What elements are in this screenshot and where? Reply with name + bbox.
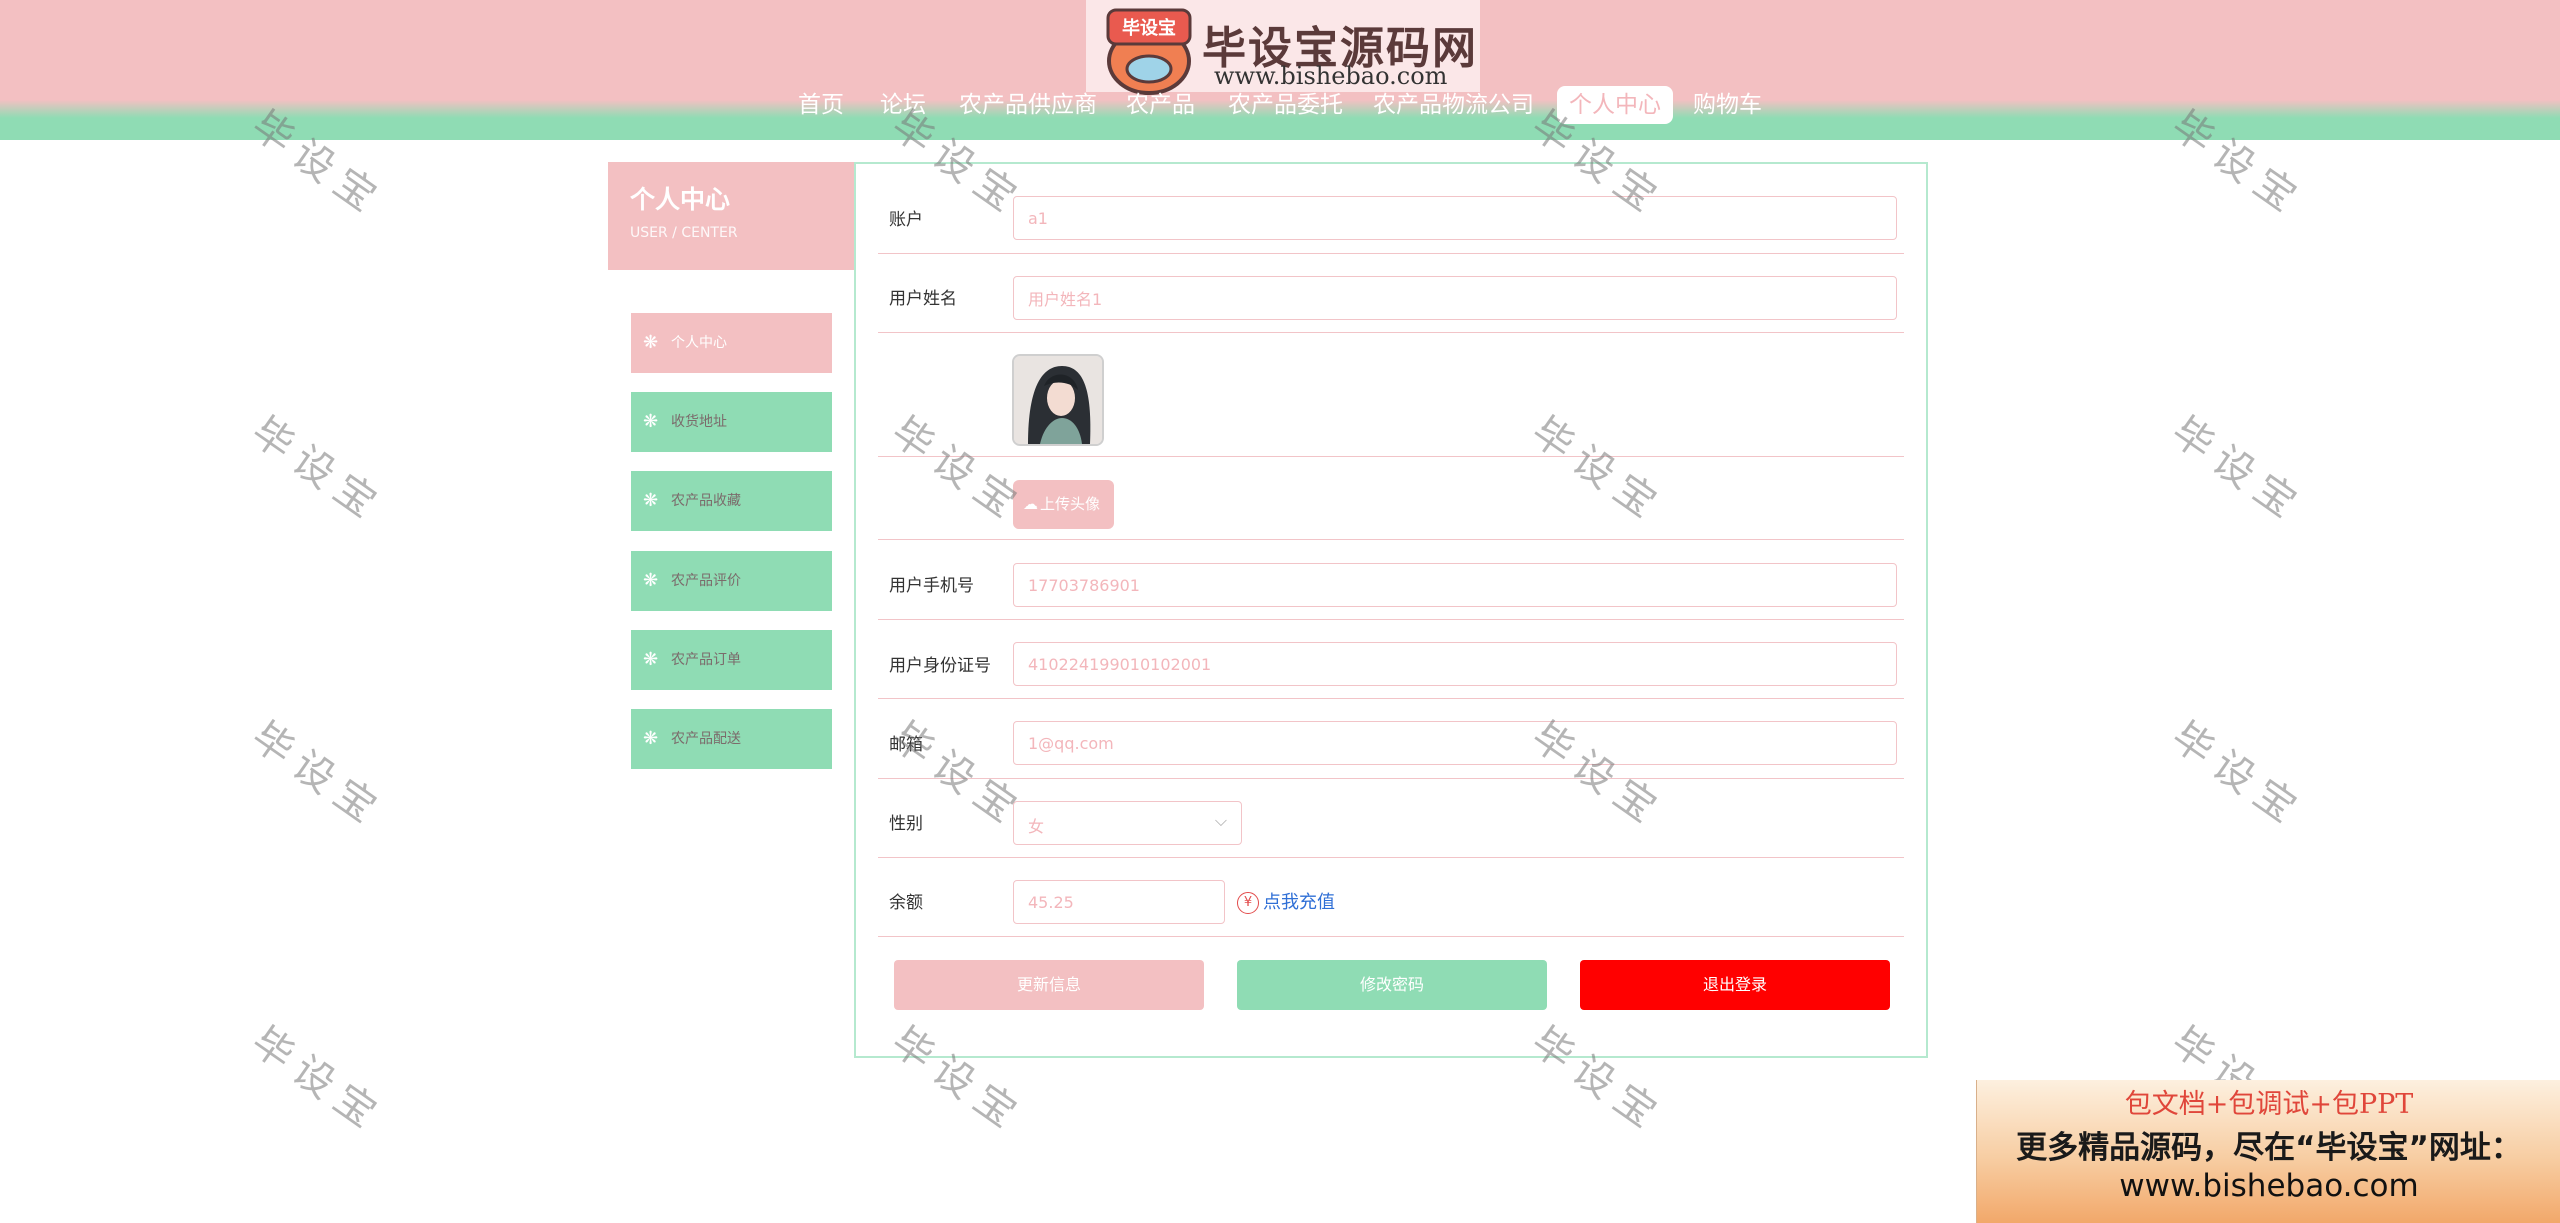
logo-emblem-text: 毕设宝 bbox=[1122, 17, 1176, 39]
yen-icon: ¥ bbox=[1237, 891, 1259, 914]
nav-item-user-center[interactable]: 个人中心 bbox=[1557, 86, 1673, 124]
sidebar-item-label: 农产品订单 bbox=[671, 652, 741, 668]
update-info-button[interactable]: 更新信息 bbox=[894, 960, 1204, 1010]
promo-banner-headline: 更多精品源码，尽在“毕设宝”网址： bbox=[2016, 1130, 2522, 1166]
row-divider bbox=[878, 619, 1904, 620]
promo-banner-tagline: 包文档+包调试+包PPT bbox=[2124, 1089, 2414, 1120]
flower-icon: ❋ bbox=[643, 490, 659, 511]
recharge-label: 点我充值 bbox=[1263, 891, 1335, 913]
username-label: 用户姓名 bbox=[889, 289, 957, 309]
account-input[interactable] bbox=[1013, 196, 1897, 240]
row-divider bbox=[878, 332, 1904, 333]
sidebar-item-user-center[interactable]: ❋ 个人中心 bbox=[631, 313, 832, 373]
sidebar-item-label: 个人中心 bbox=[671, 335, 727, 351]
upload-avatar-button[interactable]: ☁ 上传头像 bbox=[1013, 480, 1114, 529]
sidebar-header: 个人中心 USER / CENTER bbox=[608, 162, 854, 270]
row-divider bbox=[878, 857, 1904, 858]
sidebar-title: 个人中心 bbox=[630, 185, 731, 214]
logout-button[interactable]: 退出登录 bbox=[1580, 960, 1890, 1010]
cloud-upload-icon: ☁ bbox=[1023, 495, 1038, 513]
nav-item-forum[interactable]: 论坛 bbox=[880, 86, 926, 124]
username-input[interactable] bbox=[1013, 276, 1897, 320]
change-password-button[interactable]: 修改密码 bbox=[1237, 960, 1547, 1010]
sidebar-subtitle: USER / CENTER bbox=[630, 225, 738, 241]
flower-icon: ❋ bbox=[643, 411, 659, 432]
gender-label: 性别 bbox=[889, 814, 923, 834]
id-card-label: 用户身份证号 bbox=[889, 656, 991, 676]
sidebar-item-delivery[interactable]: ❋ 农产品配送 bbox=[631, 709, 832, 769]
promo-banner-url: www.bishebao.com bbox=[2119, 1168, 2419, 1204]
watermark: 毕设宝 bbox=[2163, 408, 2313, 533]
sidebar-item-orders[interactable]: ❋ 农产品订单 bbox=[631, 630, 832, 690]
email-label: 邮箱 bbox=[889, 735, 923, 755]
watermark: 毕设宝 bbox=[243, 713, 393, 838]
nav-item-suppliers[interactable]: 农产品供应商 bbox=[959, 86, 1097, 124]
nav-item-consignment[interactable]: 农产品委托 bbox=[1228, 86, 1343, 124]
main-nav: 首页 论坛 农产品供应商 农产品 农产品委托 农产品物流公司 个人中心 购物车 bbox=[0, 86, 2560, 124]
balance-label: 余额 bbox=[889, 893, 923, 913]
chevron-down-icon: ⌵ bbox=[1214, 811, 1227, 830]
flower-icon: ❋ bbox=[643, 332, 659, 353]
avatar-image bbox=[1014, 356, 1102, 444]
gender-select[interactable]: 女 ⌵ bbox=[1013, 801, 1242, 845]
flower-icon: ❋ bbox=[643, 728, 659, 749]
watermark: 毕设宝 bbox=[2163, 713, 2313, 838]
phone-input[interactable] bbox=[1013, 563, 1897, 607]
id-card-input[interactable] bbox=[1013, 642, 1897, 686]
upload-avatar-label: 上传头像 bbox=[1040, 495, 1101, 513]
sidebar-item-label: 农产品配送 bbox=[671, 731, 741, 747]
row-divider bbox=[878, 698, 1904, 699]
nav-item-cart[interactable]: 购物车 bbox=[1693, 86, 1762, 124]
nav-item-home[interactable]: 首页 bbox=[798, 86, 844, 124]
sidebar-item-label: 农产品收藏 bbox=[671, 493, 741, 509]
nav-item-products[interactable]: 农产品 bbox=[1126, 86, 1195, 124]
email-input[interactable] bbox=[1013, 721, 1897, 765]
sidebar-item-label: 农产品评价 bbox=[671, 573, 741, 589]
logo-emblem-icon: 毕设宝 bbox=[1106, 8, 1192, 95]
row-divider bbox=[878, 778, 1904, 779]
sidebar-item-label: 收货地址 bbox=[671, 414, 727, 430]
phone-label: 用户手机号 bbox=[889, 576, 974, 596]
sidebar-item-favorites[interactable]: ❋ 农产品收藏 bbox=[631, 471, 832, 531]
sidebar-item-address[interactable]: ❋ 收货地址 bbox=[631, 392, 832, 452]
row-divider bbox=[878, 253, 1904, 254]
avatar bbox=[1012, 354, 1104, 446]
nav-item-logistics[interactable]: 农产品物流公司 bbox=[1373, 86, 1534, 124]
account-label: 账户 bbox=[889, 210, 923, 230]
watermark: 毕设宝 bbox=[243, 1018, 393, 1143]
row-divider bbox=[878, 539, 1904, 540]
recharge-link[interactable]: ¥ 点我充值 bbox=[1237, 888, 1335, 916]
row-divider bbox=[878, 936, 1904, 937]
promo-banner[interactable]: 包文档+包调试+包PPT 更多精品源码，尽在“毕设宝”网址： www.bishe… bbox=[1976, 1080, 2560, 1223]
flower-icon: ❋ bbox=[643, 649, 659, 670]
gender-select-value: 女 bbox=[1028, 817, 1045, 836]
watermark: 毕设宝 bbox=[243, 408, 393, 533]
sidebar-item-reviews[interactable]: ❋ 农产品评价 bbox=[631, 551, 832, 611]
balance-input[interactable] bbox=[1013, 880, 1225, 924]
row-divider bbox=[878, 456, 1904, 457]
flower-icon: ❋ bbox=[643, 570, 659, 591]
